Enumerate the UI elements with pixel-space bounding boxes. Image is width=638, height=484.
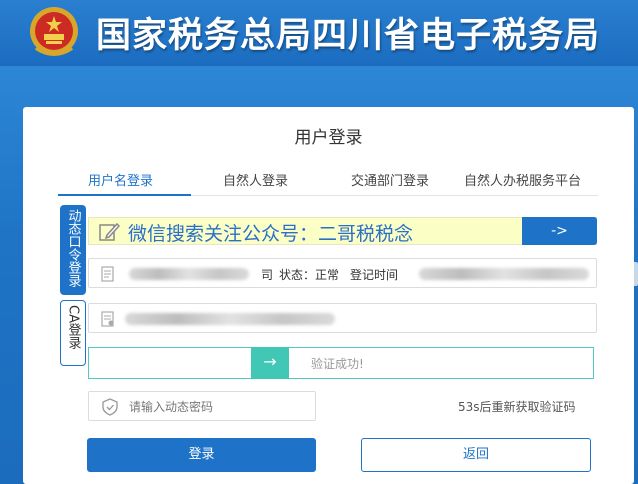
site-header: 国家税务总局四川省电子税务局	[0, 0, 638, 66]
side-tab-label: CA登录	[65, 305, 81, 349]
edit-icon	[99, 222, 120, 241]
redacted-username	[125, 313, 335, 325]
login-title: 用户登录	[294, 128, 363, 148]
status-text: 状态：正常	[279, 268, 340, 282]
redacted-company-name	[129, 268, 249, 280]
username-field[interactable]	[88, 303, 597, 333]
login-tabs: 用户名登录 自然人登录 交通部门登录 自然人办税服务平台	[58, 162, 598, 196]
national-emblem-icon	[30, 7, 78, 56]
tab-natural-person-login[interactable]: 自然人登录	[223, 170, 288, 189]
tab-tax-service-platform[interactable]: 自然人办税服务平台	[464, 170, 581, 189]
back-button[interactable]: 返回	[361, 438, 591, 472]
login-card: 用户登录 用户名登录 自然人登录 交通部门登录 自然人办税服务平台 动态口令登录…	[23, 107, 634, 484]
promo-go-button[interactable]: ->	[522, 217, 597, 245]
promo-text: 微信搜索关注公众号：二哥税税念	[128, 223, 414, 245]
tab-transport-login[interactable]: 交通部门登录	[351, 170, 429, 189]
company-suffix: 司	[261, 268, 274, 282]
dynamic-password-field	[88, 391, 316, 421]
dynamic-password-input[interactable]	[129, 398, 309, 416]
active-tab-indicator	[58, 194, 191, 196]
login-button[interactable]: 登录	[87, 438, 316, 472]
redacted-register-time	[419, 268, 589, 280]
side-tab-label: 动态口令登录	[65, 209, 81, 287]
slider-captcha: → 验证成功!	[88, 347, 594, 379]
document-icon	[101, 266, 114, 282]
slider-handle[interactable]: →	[251, 347, 289, 379]
user-id-icon	[101, 311, 114, 327]
resend-code-countdown[interactable]: 53s后重新获取验证码	[458, 398, 576, 415]
site-title: 国家税务总局四川省电子税务局	[96, 16, 601, 56]
register-time-label: 登记时间	[350, 268, 399, 282]
shield-icon	[102, 398, 118, 416]
promo-banner: 微信搜索关注公众号：二哥税税念 ->	[88, 217, 597, 245]
side-tab-dynamic-password[interactable]: 动态口令登录	[60, 205, 86, 295]
taxpayer-info-field: 司 状态：正常 登记时间	[88, 258, 597, 288]
side-tab-ca-login[interactable]: CA登录	[60, 300, 86, 366]
slider-status-text: 验证成功!	[311, 357, 364, 371]
tab-username-login[interactable]: 用户名登录	[88, 170, 153, 189]
